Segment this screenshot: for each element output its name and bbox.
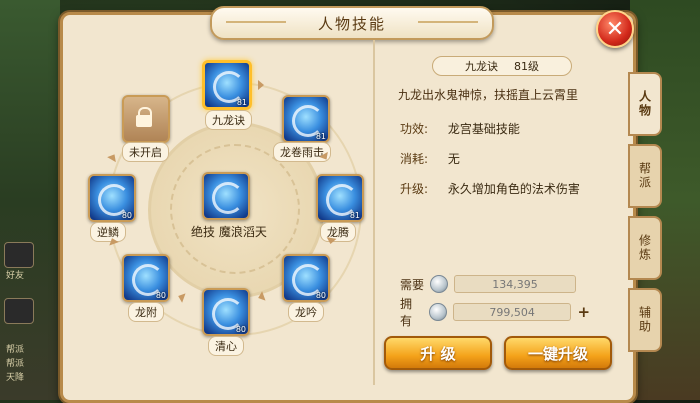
arrow-icon (258, 80, 264, 90)
skill-wheel: 绝技 魔浪滔天 81 九龙诀 81 龙卷雨击 81 龙腾 80 龙吟 80 清心… (70, 40, 375, 390)
window-title-text: 人物技能 (317, 14, 386, 33)
skill-qingxin-label: 清心 (208, 336, 244, 356)
skill-longyin-label: 龙吟 (288, 302, 324, 322)
friend-avatar-icon[interactable] (4, 242, 34, 268)
skill-longyin-icon[interactable]: 80 (282, 254, 330, 302)
window-title: 人物技能 (210, 6, 494, 40)
tab-faction[interactable]: 帮派 (628, 144, 662, 208)
skill-name: 九龙诀 (465, 60, 498, 73)
locked-skill-icon[interactable] (122, 95, 170, 143)
ultimate-skill-icon[interactable] (202, 172, 250, 220)
have-label: 拥有 (400, 297, 413, 328)
skill-jiulongjue-icon[interactable]: 81 (202, 60, 252, 110)
effect-value: 龙宫基础技能 (447, 122, 520, 136)
skill-qingxin-icon[interactable]: 80 (202, 288, 250, 336)
silver-coin-icon (429, 303, 447, 321)
chat-line: 帮派 (6, 359, 25, 369)
chat-line: 帮派 (6, 345, 25, 355)
add-currency-button[interactable]: + (577, 303, 590, 321)
effect-row: 功效: 龙宫基础技能 (400, 120, 520, 137)
panel-divider (373, 40, 375, 385)
skill-longteng-icon[interactable]: 81 (316, 174, 364, 222)
chat-bubble-icon[interactable] (4, 298, 34, 324)
close-icon[interactable]: ✕ (596, 10, 634, 48)
skill-jiulongjue-label: 九龙诀 (205, 110, 252, 130)
skill-longjuanyuji-icon[interactable]: 81 (282, 95, 330, 143)
have-row: 拥有 799,504 + (400, 297, 590, 328)
chat-line: 天降 (6, 373, 25, 383)
tab-cultivation[interactable]: 修炼 (628, 216, 662, 280)
skill-nilin-icon[interactable]: 80 (88, 174, 136, 222)
upgrade-all-button[interactable]: 一键升级 (504, 336, 612, 370)
upgrade-value: 永久增加角色的法术伤害 (447, 182, 580, 196)
consume-value: 无 (447, 152, 460, 166)
consume-label: 消耗: (400, 152, 429, 166)
skill-name-bar: 九龙诀 81级 (432, 56, 572, 76)
locked-skill-label: 未开启 (122, 142, 169, 162)
skill-level: 81级 (514, 60, 539, 73)
upgrade-button[interactable]: 升 级 (384, 336, 492, 370)
cost-row-label: 消耗: 无 (400, 150, 460, 167)
skill-description: 九龙出水鬼神惊，扶摇直上云霄里 (398, 88, 579, 102)
friend-label: 好友 (6, 271, 25, 281)
skill-longfu-icon[interactable]: 80 (122, 254, 170, 302)
tab-auxiliary[interactable]: 辅助 (628, 288, 662, 352)
ultimate-skill-label: 绝技 魔浪滔天 (191, 225, 267, 239)
effect-label: 功效: (400, 122, 429, 136)
tab-character[interactable]: 人物 (628, 72, 662, 136)
upgrade-row: 升级: 永久增加角色的法术伤害 (400, 180, 580, 197)
silver-coin-icon (430, 275, 449, 293)
need-amount: 134,395 (454, 275, 577, 293)
need-row: 需要 134,395 (400, 274, 590, 294)
lock-icon (136, 107, 152, 127)
skill-longfu-label: 龙附 (128, 302, 164, 322)
upgrade-label: 升级: (400, 182, 429, 196)
background-left (0, 0, 60, 400)
have-amount: 799,504 (452, 303, 572, 321)
need-label: 需要 (400, 277, 425, 292)
